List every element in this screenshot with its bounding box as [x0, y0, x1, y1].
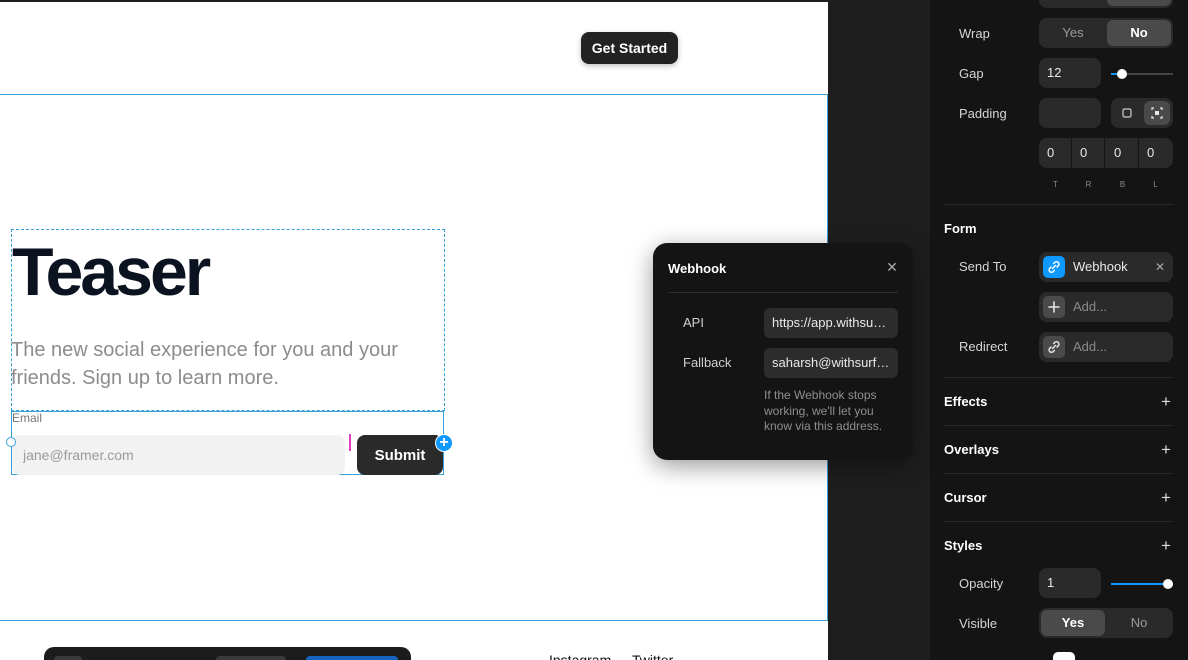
section-divider [944, 521, 1173, 522]
gap-label: Gap [959, 66, 984, 81]
padding-all-input[interactable] [1039, 98, 1101, 128]
webhook-popover: Webhook ✕ API https://app.withsurf.com/a… [653, 243, 913, 460]
padding-side-label-bottom: B [1119, 180, 1126, 189]
hero-subtitle[interactable]: The new social experience for you and yo… [11, 336, 431, 392]
fallback-label: Fallback [683, 355, 732, 370]
footer-link-instagram[interactable]: Instagram [549, 652, 611, 660]
section-divider [944, 204, 1173, 205]
add-destination-field[interactable]: Add... [1039, 292, 1173, 322]
properties-panel: Wrap Yes No Gap 12 Padding 0 0 0 0 T R B… [930, 0, 1188, 660]
padding-mode-toggle[interactable] [1111, 98, 1173, 128]
fill-color-swatch[interactable] [1053, 652, 1075, 660]
padding-bottom-input[interactable]: 0 [1106, 138, 1139, 168]
opacity-slider-knob[interactable] [1163, 579, 1173, 589]
link-icon [1043, 336, 1065, 358]
padding-left-input[interactable]: 0 [1139, 138, 1172, 168]
add-destination-placeholder: Add... [1073, 299, 1107, 314]
send-to-field[interactable]: Webhook ✕ [1039, 252, 1173, 282]
styles-section-title[interactable]: Styles [944, 538, 982, 553]
footer-link-twitter[interactable]: Twitter [632, 652, 673, 660]
close-icon[interactable]: ✕ [883, 258, 901, 276]
plus-icon [1043, 296, 1065, 318]
opacity-input[interactable]: 1 [1039, 568, 1101, 598]
resize-handle-left[interactable] [6, 437, 16, 447]
opacity-slider-fill [1111, 583, 1168, 585]
redirect-placeholder: Add... [1073, 339, 1107, 354]
add-element-plus-icon[interactable]: + [435, 434, 453, 452]
popover-divider [668, 292, 898, 293]
padding-side-label-left: L [1153, 180, 1158, 189]
send-to-value: Webhook [1073, 259, 1128, 274]
get-started-button[interactable]: Get Started [581, 32, 678, 64]
api-label: API [683, 315, 704, 330]
direction-option-a[interactable] [1041, 0, 1105, 6]
add-style-plus-icon[interactable]: + [1158, 537, 1174, 554]
wrap-toggle[interactable]: Yes No [1039, 18, 1173, 48]
visible-toggle[interactable]: Yes No [1039, 608, 1173, 638]
wrap-option-no[interactable]: No [1107, 20, 1171, 46]
email-input[interactable] [12, 435, 345, 475]
wrap-label: Wrap [959, 26, 990, 41]
redirect-label: Redirect [959, 339, 1008, 354]
padding-side-label-right: R [1085, 180, 1092, 189]
wrap-option-yes[interactable]: Yes [1041, 20, 1105, 46]
padding-sides-input-group: 0 0 0 0 [1039, 138, 1173, 168]
canvas-top-edge [0, 0, 828, 2]
padding-label: Padding [959, 106, 1007, 121]
fallback-hint: If the Webhook stops working, we'll let … [764, 388, 883, 433]
gap-input[interactable]: 12 [1039, 58, 1101, 88]
padding-uniform-icon[interactable] [1114, 101, 1140, 125]
visible-option-yes[interactable]: Yes [1041, 610, 1105, 636]
gap-slider-knob[interactable] [1117, 69, 1127, 79]
email-label: Email [12, 411, 43, 425]
padding-side-label-top: T [1053, 180, 1058, 189]
direction-segmented-control[interactable] [1039, 0, 1173, 8]
webhook-popover-title: Webhook [668, 261, 727, 276]
effects-section-title[interactable]: Effects [944, 394, 987, 409]
form-section-title: Form [944, 221, 977, 236]
redirect-field[interactable]: Add... [1039, 332, 1173, 362]
direction-option-b[interactable] [1107, 0, 1171, 6]
add-cursor-plus-icon[interactable]: + [1158, 489, 1174, 506]
overlays-section-title[interactable]: Overlays [944, 442, 999, 457]
footer-logo-placeholder [54, 656, 82, 660]
cursor-section-title[interactable]: Cursor [944, 490, 987, 505]
api-url-field[interactable]: https://app.withsurf.com/api/webhook [764, 308, 898, 338]
padding-top-input[interactable]: 0 [1039, 138, 1072, 168]
opacity-label: Opacity [959, 576, 1004, 591]
visible-label: Visible [959, 616, 998, 631]
link-icon [1043, 256, 1065, 278]
submit-button[interactable]: Submit [357, 435, 443, 475]
padding-individual-icon[interactable] [1144, 101, 1170, 125]
footer-cta-placeholder [306, 656, 398, 660]
add-effect-plus-icon[interactable]: + [1158, 393, 1174, 410]
add-overlay-plus-icon[interactable]: + [1158, 441, 1174, 458]
footer-button-placeholder [216, 656, 286, 660]
padding-right-input[interactable]: 0 [1072, 138, 1105, 168]
fallback-email-field[interactable]: saharsh@withsurf.com [764, 348, 898, 378]
remove-icon[interactable]: ✕ [1155, 252, 1165, 282]
footer-nav-bar [44, 647, 411, 660]
insertion-marker [349, 434, 351, 451]
visible-option-no[interactable]: No [1107, 610, 1171, 636]
send-to-label: Send To [959, 259, 1007, 274]
section-divider [944, 377, 1173, 378]
section-divider [944, 425, 1173, 426]
section-divider [944, 473, 1173, 474]
hero-title[interactable]: Teaser [12, 234, 211, 310]
